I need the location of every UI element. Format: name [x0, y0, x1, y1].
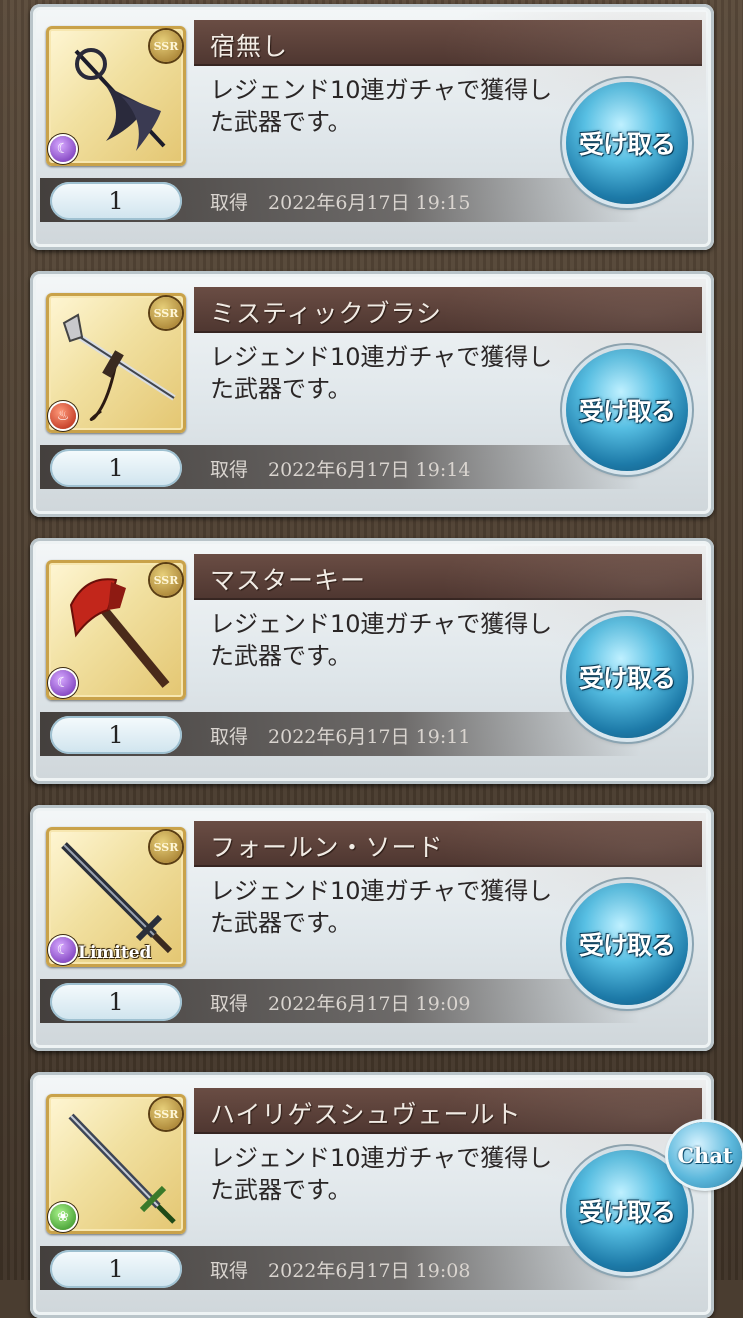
limited-label: Limited	[78, 943, 152, 963]
rarity-badge: SSR	[150, 564, 182, 596]
rarity-badge: SSR	[150, 831, 182, 863]
acquired-info: 取得 2022年6月17日 19:11	[210, 722, 470, 749]
weapon-description: レジェンド10連ガチャで獲得した武器です。	[210, 343, 553, 403]
weapon-description: レジェンド10連ガチャで獲得した武器です。	[210, 76, 553, 136]
acquired-date: 2022年6月17日 19:11	[268, 726, 471, 748]
weapon-thumbnail: SSR ❀	[46, 1094, 186, 1234]
acquired-label: 取得	[210, 726, 249, 748]
acquired-info: 取得 2022年6月17日 19:15	[210, 188, 470, 215]
chat-button[interactable]: Chat	[668, 1122, 742, 1188]
name-bar: 宿無し	[194, 20, 702, 66]
rarity-badge: SSR	[150, 297, 182, 329]
receive-button[interactable]: 受け取る	[566, 1150, 688, 1272]
receive-button[interactable]: 受け取る	[566, 349, 688, 471]
acquired-info: 取得 2022年6月17日 19:09	[210, 989, 470, 1016]
name-bar: マスターキー	[194, 554, 702, 600]
weapon-name: フォールン・ソード	[210, 833, 444, 862]
list-item: SSR ♨ ミスティックブラシ レジェンド10連ガチャで獲得した武器です。 1 …	[30, 271, 714, 517]
quantity-field: 1	[50, 449, 182, 487]
list-item: SSR ❀ ハイリゲスシュヴェールト レジェンド10連ガチャで獲得した武器です。…	[30, 1072, 714, 1318]
acquired-label: 取得	[210, 1260, 249, 1282]
weapon-thumbnail: SSR ☾	[46, 560, 186, 700]
receive-button[interactable]: 受け取る	[566, 82, 688, 204]
quantity-field: 1	[50, 182, 182, 220]
acquired-date: 2022年6月17日 19:08	[268, 1260, 471, 1282]
receive-button[interactable]: 受け取る	[566, 616, 688, 738]
dark-element-icon: ☾	[50, 670, 76, 696]
quantity-field: 1	[50, 983, 182, 1021]
name-bar: フォールン・ソード	[194, 821, 702, 867]
acquired-label: 取得	[210, 192, 249, 214]
dark-element-icon: ☾	[50, 136, 76, 162]
list-item: SSR ☾ Limited フォールン・ソード レジェンド10連ガチャで獲得した…	[30, 805, 714, 1051]
weapon-description: レジェンド10連ガチャで獲得した武器です。	[210, 1144, 553, 1204]
receive-button[interactable]: 受け取る	[566, 883, 688, 1005]
rarity-badge: SSR	[150, 30, 182, 62]
acquired-info: 取得 2022年6月17日 19:08	[210, 1256, 470, 1283]
acquired-date: 2022年6月17日 19:14	[268, 459, 471, 481]
rarity-badge: SSR	[150, 1098, 182, 1130]
name-bar: ハイリゲスシュヴェールト	[194, 1088, 702, 1134]
weapon-description: レジェンド10連ガチャで獲得した武器です。	[210, 610, 553, 670]
weapon-name: 宿無し	[210, 32, 289, 61]
weapon-thumbnail: SSR ☾	[46, 26, 186, 166]
acquired-date: 2022年6月17日 19:09	[268, 993, 471, 1015]
quantity-field: 1	[50, 1250, 182, 1288]
acquired-label: 取得	[210, 993, 249, 1015]
weapon-description: レジェンド10連ガチャで獲得した武器です。	[210, 877, 553, 937]
acquired-info: 取得 2022年6月17日 19:14	[210, 455, 470, 482]
acquired-label: 取得	[210, 459, 249, 481]
weapon-name: マスターキー	[210, 566, 367, 595]
acquired-date: 2022年6月17日 19:15	[268, 192, 471, 214]
quantity-field: 1	[50, 716, 182, 754]
list-item: SSR ☾ 宿無し レジェンド10連ガチャで獲得した武器です。 1 取得 2022…	[30, 4, 714, 250]
list-item: SSR ☾ マスターキー レジェンド10連ガチャで獲得した武器です。 1 取得 2…	[30, 538, 714, 784]
fire-element-icon: ♨	[50, 403, 76, 429]
dark-element-icon: ☾	[50, 937, 76, 963]
wind-element-icon: ❀	[50, 1204, 76, 1230]
weapon-name: ミスティックブラシ	[210, 299, 443, 328]
name-bar: ミスティックブラシ	[194, 287, 702, 333]
weapon-thumbnail: SSR ☾ Limited	[46, 827, 186, 967]
weapon-thumbnail: SSR ♨	[46, 293, 186, 433]
weapon-name: ハイリゲスシュヴェールト	[210, 1100, 522, 1129]
